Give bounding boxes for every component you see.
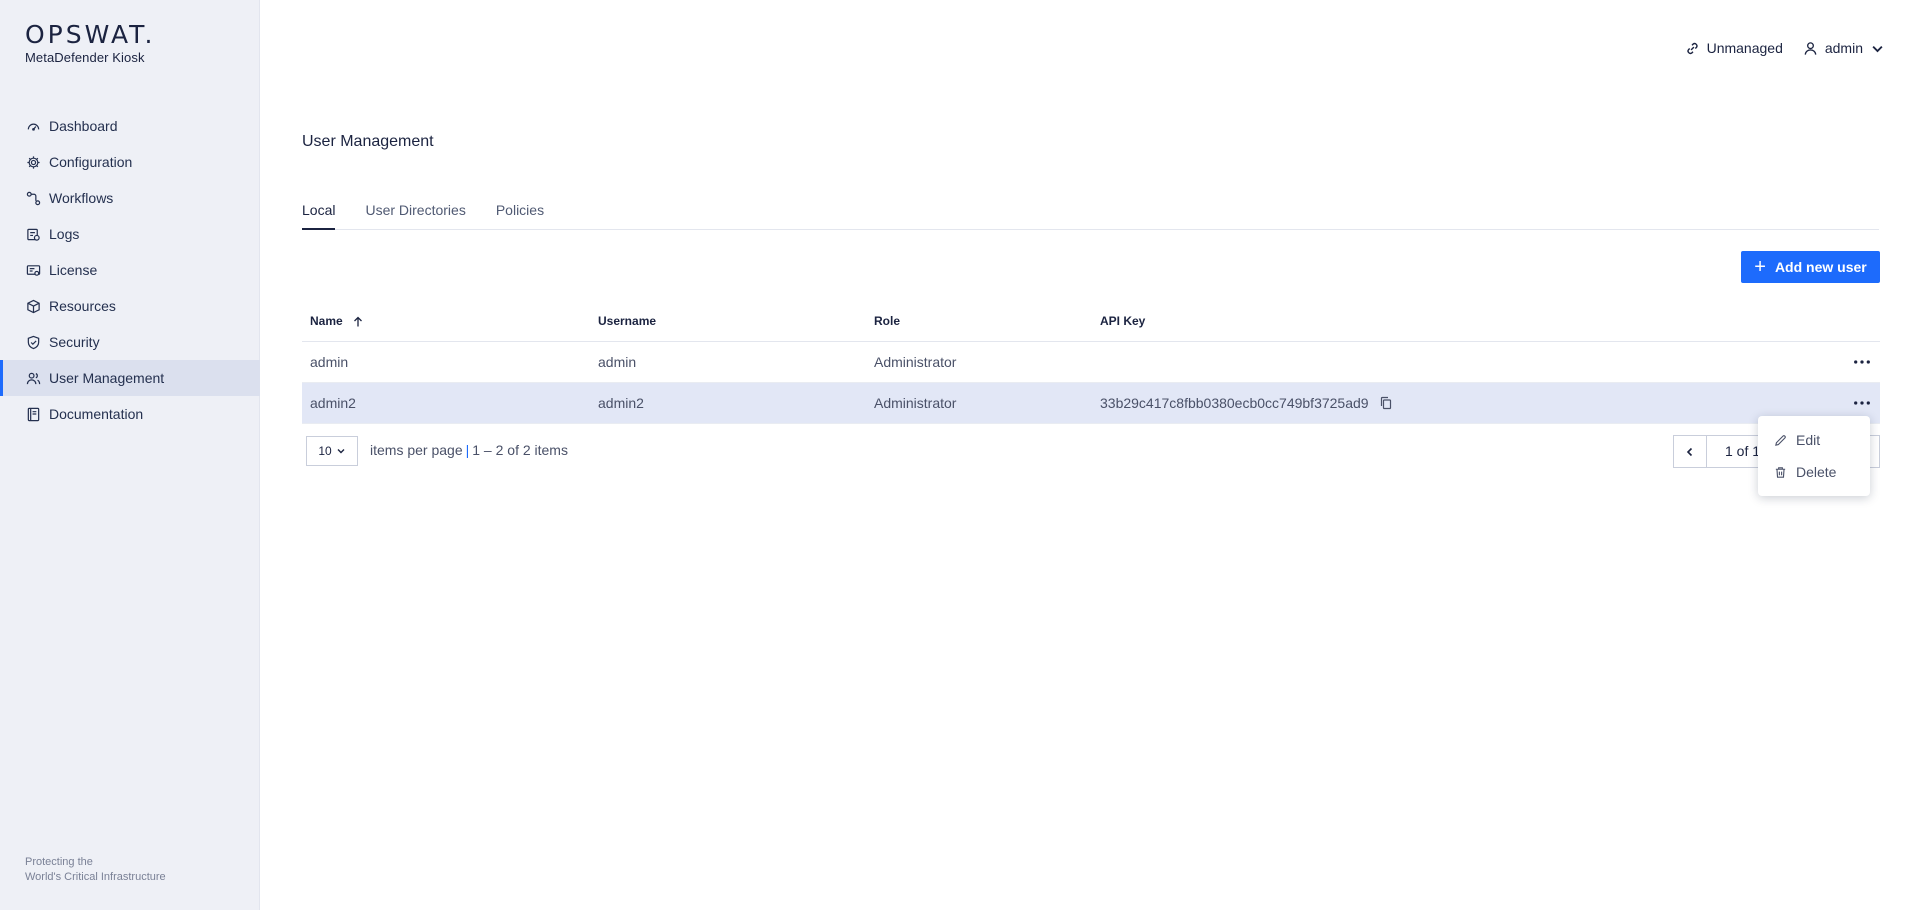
sidebar-item-label: Documentation: [49, 406, 144, 422]
row-action-menu: Edit Delete: [1758, 416, 1870, 496]
tab-local[interactable]: Local: [302, 202, 336, 230]
add-new-user-button[interactable]: + Add new user: [1741, 251, 1880, 283]
chevron-down-icon: [337, 449, 345, 454]
cell-api-key: 33b29c417c8fbb0380ecb0cc749bf3725ad9: [1100, 395, 1880, 411]
sidebar-item-user-management[interactable]: User Management: [0, 360, 260, 396]
cell-role: Administrator: [874, 395, 957, 411]
users-icon: [25, 370, 41, 386]
sidebar-item-workflows[interactable]: Workflows: [0, 180, 260, 216]
cell-name: admin2: [310, 395, 356, 411]
sidebar-item-label: User Management: [49, 370, 165, 386]
logo: OPSWAT. MetaDefender Kiosk: [25, 20, 156, 66]
box-icon: [25, 298, 41, 314]
trash-icon: [1775, 466, 1786, 478]
sidebar-item-label: Workflows: [49, 190, 114, 206]
chevron-down-icon: [1872, 45, 1883, 52]
chevron-left-icon: [1686, 447, 1693, 456]
add-new-user-label: Add new user: [1774, 259, 1867, 275]
sidebar-item-security[interactable]: Security: [0, 324, 260, 360]
cell-username: admin: [598, 354, 637, 370]
workflow-icon: [25, 190, 41, 206]
management-status-button[interactable]: Unmanaged: [1685, 40, 1783, 56]
sidebar-item-configuration[interactable]: Configuration: [0, 144, 260, 180]
shield-icon: [25, 334, 41, 350]
per-page-value: 10: [318, 444, 332, 458]
status-label: Unmanaged: [1706, 40, 1783, 56]
logo-text: OPSWAT.: [25, 20, 156, 49]
tab-bar: Local User Directories Policies: [302, 202, 1879, 230]
column-header-label: Name: [310, 314, 343, 328]
tagline-line-2: World's Critical Infrastructure: [25, 871, 166, 883]
product-name: MetaDefender Kiosk: [25, 50, 145, 65]
users-table: Name Username Role API Key admin admin A…: [302, 301, 1880, 424]
link-icon: [1687, 42, 1698, 54]
sidebar-nav: Dashboard Configuration Workflows Logs L…: [0, 108, 260, 432]
column-header-username[interactable]: Username: [598, 314, 874, 328]
api-key-value: 33b29c417c8fbb0380ecb0cc749bf3725ad9: [1100, 395, 1369, 411]
logs-icon: [25, 226, 41, 242]
menu-item-delete[interactable]: Delete: [1758, 456, 1870, 488]
tab-policies[interactable]: Policies: [496, 202, 544, 230]
sidebar-item-label: Security: [49, 334, 100, 350]
per-page-select[interactable]: 10: [306, 436, 358, 466]
plus-icon: +: [1754, 256, 1766, 278]
user-label: admin: [1824, 40, 1863, 56]
menu-item-label: Delete: [1796, 464, 1837, 480]
per-page-label: items per page: [370, 442, 463, 458]
previous-page-button[interactable]: [1674, 436, 1707, 467]
menu-item-edit[interactable]: Edit: [1758, 424, 1870, 456]
sort-ascending-icon: [354, 316, 362, 327]
pagination-separator: |: [465, 442, 470, 458]
sidebar-item-label: Configuration: [49, 154, 133, 170]
gear-icon: [25, 154, 41, 170]
sidebar-item-license[interactable]: License: [0, 252, 260, 288]
user-icon: [1804, 41, 1817, 55]
book-icon: [25, 406, 41, 422]
cell-role: Administrator: [874, 354, 957, 370]
sidebar-item-label: Resources: [49, 298, 116, 314]
tagline-line-1: Protecting the: [25, 856, 93, 868]
copy-icon[interactable]: [1379, 396, 1393, 410]
sidebar-item-label: Logs: [49, 226, 80, 242]
menu-item-label: Edit: [1796, 432, 1821, 448]
more-horizontal-icon: [1854, 401, 1870, 405]
table-row[interactable]: admin admin Administrator: [302, 342, 1880, 383]
row-more-button[interactable]: [1852, 354, 1872, 370]
more-horizontal-icon: [1854, 360, 1870, 364]
column-header-role[interactable]: Role: [874, 314, 1100, 328]
page-indicator: 1 of 1: [1725, 443, 1761, 459]
cell-name: admin: [310, 354, 349, 370]
sidebar-item-logs[interactable]: Logs: [0, 216, 260, 252]
tab-user-directories[interactable]: User Directories: [365, 202, 465, 230]
sidebar-item-label: License: [49, 262, 98, 278]
column-header-api-key[interactable]: API Key: [1100, 314, 1880, 328]
pencil-icon: [1775, 434, 1786, 446]
items-range: 1 – 2 of 2 items: [472, 442, 568, 458]
sidebar-item-documentation[interactable]: Documentation: [0, 396, 260, 432]
sidebar-item-dashboard[interactable]: Dashboard: [0, 108, 260, 144]
cell-username: admin2: [598, 395, 644, 411]
table-row[interactable]: admin2 admin2 Administrator 33b29c417c8f…: [302, 383, 1880, 424]
page-title: User Management: [302, 133, 434, 150]
user-menu-button[interactable]: admin: [1803, 40, 1892, 56]
header-actions: Unmanaged admin: [1685, 40, 1892, 56]
sidebar-tagline: Protecting the World's Critical Infrastr…: [25, 855, 166, 885]
pagination-summary: items per page | 1 – 2 of 2 items: [370, 442, 568, 458]
license-icon: [25, 262, 41, 278]
column-header-name[interactable]: Name: [302, 314, 598, 328]
row-more-button[interactable]: [1852, 395, 1872, 411]
sidebar-item-label: Dashboard: [49, 118, 118, 134]
sidebar: OPSWAT. MetaDefender Kiosk Dashboard Con…: [0, 0, 260, 910]
dashboard-icon: [25, 118, 41, 134]
table-header: Name Username Role API Key: [302, 301, 1880, 342]
sidebar-item-resources[interactable]: Resources: [0, 288, 260, 324]
